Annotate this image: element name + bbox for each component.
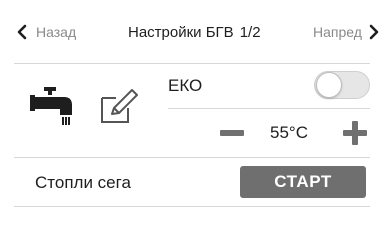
page-title: Настройки БГВ 1/2 xyxy=(128,21,261,43)
edit-icon[interactable] xyxy=(100,88,140,124)
title-text: Настройки БГВ xyxy=(128,23,234,41)
faucet-icon xyxy=(30,87,72,125)
bottom-divider xyxy=(14,206,370,207)
settings-divider xyxy=(14,157,370,158)
eko-label: ЕКО xyxy=(168,76,203,95)
temperature-value: 55°C xyxy=(270,123,308,142)
back-button[interactable]: Назад xyxy=(14,21,76,43)
eko-divider xyxy=(168,108,370,109)
chevron-left-icon xyxy=(17,24,27,40)
start-button[interactable]: СТАРТ xyxy=(240,166,366,198)
toggle-knob xyxy=(316,72,342,98)
page-indicator: 1/2 xyxy=(239,23,261,41)
heat-now-label: Стопли сега xyxy=(35,173,131,192)
decrease-temp-button[interactable] xyxy=(220,121,244,145)
back-label: Назад xyxy=(36,24,77,40)
eko-toggle[interactable] xyxy=(314,71,370,99)
header-divider xyxy=(14,63,370,64)
next-label: Напред xyxy=(313,24,362,40)
chevron-right-icon xyxy=(369,24,379,40)
next-button[interactable]: Напред xyxy=(313,21,382,43)
header-bar: Назад Настройки БГВ 1/2 Напред xyxy=(0,0,383,64)
increase-temp-button[interactable] xyxy=(343,121,367,145)
